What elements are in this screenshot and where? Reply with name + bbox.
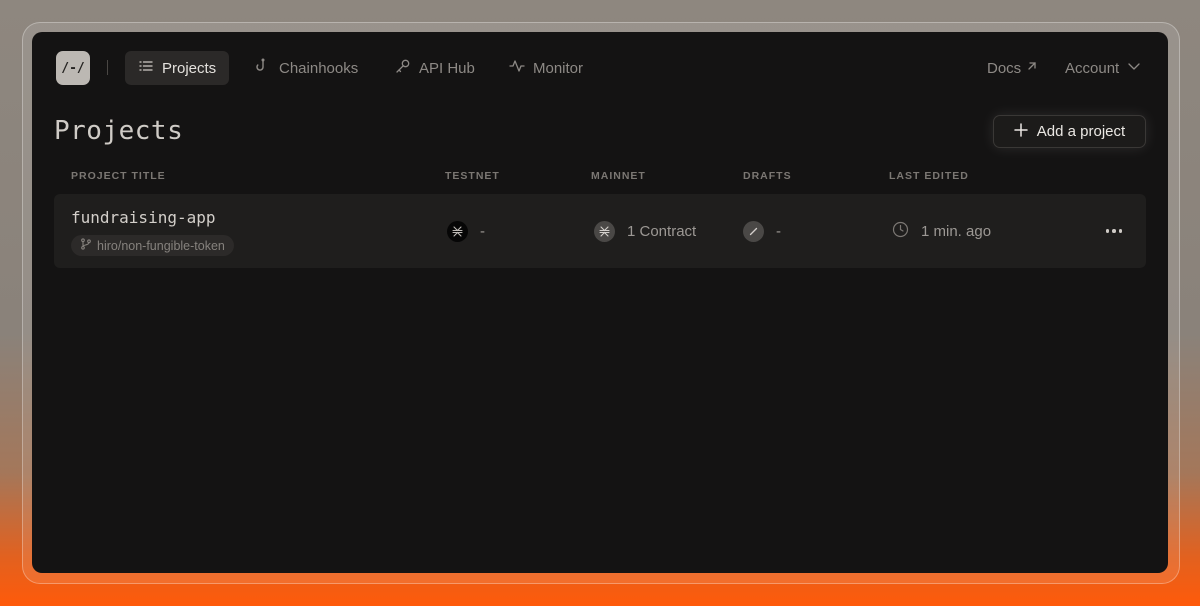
docs-label: Docs (987, 59, 1022, 77)
more-options-icon[interactable] (1104, 224, 1124, 238)
key-icon (395, 58, 411, 78)
docs-link[interactable]: Docs (987, 51, 1039, 85)
nav-projects-label: Projects (162, 59, 217, 77)
add-project-label: Add a project (1036, 123, 1126, 140)
nav-monitor-label: Monitor (533, 59, 584, 77)
nav-api-hub[interactable]: API Hub (382, 51, 488, 85)
app-window: /-/ Projects Chainhooks API Hub Monitor … (32, 32, 1168, 573)
table-row[interactable]: fundraising-app hiro/non-fungible-token … (54, 194, 1146, 268)
column-header-last-edited: LAST EDITED (889, 170, 969, 182)
column-header-mainnet: MAINNET (591, 170, 646, 182)
add-project-button[interactable]: Add a project (993, 115, 1146, 148)
list-icon (138, 58, 154, 78)
mainnet-cell: 1 Contract (594, 221, 696, 242)
activity-icon (509, 58, 525, 78)
testnet-cell: - (447, 221, 485, 242)
git-branch-icon (80, 238, 92, 253)
last-edited-value: 1 min. ago (921, 223, 992, 240)
external-link-icon (1025, 59, 1039, 77)
chevron-down-icon (1127, 59, 1141, 77)
testnet-value: - (480, 223, 485, 240)
column-header-testnet: TESTNET (445, 170, 500, 182)
last-edited-cell: 1 min. ago (892, 221, 991, 242)
nav-projects[interactable]: Projects (125, 51, 230, 85)
top-nav: /-/ Projects Chainhooks API Hub Monitor … (32, 32, 1168, 102)
plus-icon (1014, 122, 1028, 141)
drafts-value: - (776, 223, 781, 240)
nav-divider (107, 60, 108, 75)
branch-label: hiro/non-fungible-token (97, 238, 225, 253)
stacks-icon (447, 221, 468, 242)
nav-api-hub-label: API Hub (419, 59, 475, 77)
project-title[interactable]: fundraising-app (71, 208, 216, 227)
branch-badge: hiro/non-fungible-token (71, 235, 234, 256)
clock-icon (892, 221, 909, 242)
column-header-project-title: PROJECT TITLE (71, 170, 166, 182)
account-label: Account (1065, 59, 1120, 77)
page-title: Projects (54, 116, 184, 146)
column-header-drafts: DRAFTS (743, 170, 792, 182)
mainnet-value: 1 Contract (627, 223, 697, 240)
hook-icon (255, 58, 271, 78)
account-menu[interactable]: Account (1065, 51, 1141, 85)
pencil-icon (743, 221, 764, 242)
nav-chainhooks-label: Chainhooks (279, 59, 359, 77)
drafts-cell: - (743, 221, 781, 242)
nav-chainhooks[interactable]: Chainhooks (242, 51, 371, 85)
logo[interactable]: /-/ (56, 51, 90, 85)
nav-monitor[interactable]: Monitor (496, 51, 596, 85)
stacks-icon (594, 221, 615, 242)
